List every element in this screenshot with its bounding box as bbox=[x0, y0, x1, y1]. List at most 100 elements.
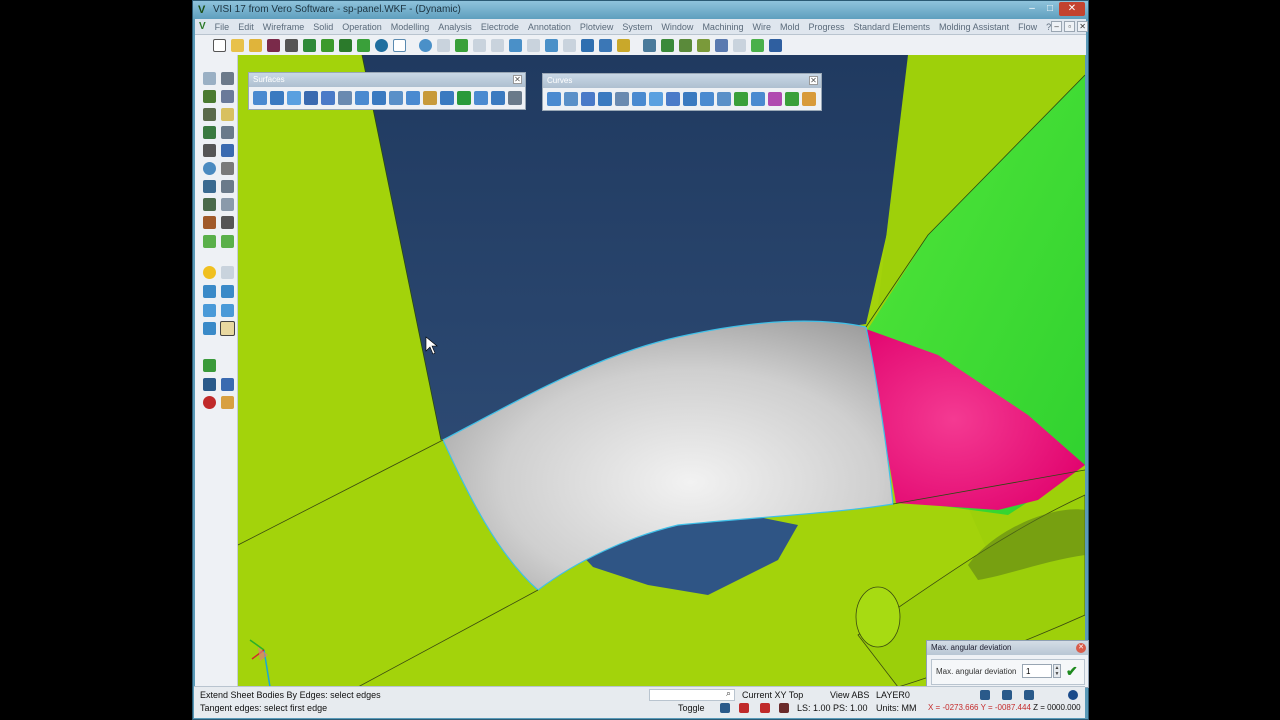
surfaces-toolbar-panel[interactable]: Surfaces ✕ bbox=[248, 72, 526, 110]
view-top-icon[interactable] bbox=[527, 38, 540, 52]
dimension-icon[interactable] bbox=[221, 180, 234, 193]
menu-operation[interactable]: Operation bbox=[342, 22, 382, 32]
dialog-title-bar[interactable]: Max. angular deviation ✕ bbox=[927, 641, 1088, 655]
close-button[interactable]: ✕ bbox=[1059, 2, 1085, 16]
box-shaded-icon[interactable] bbox=[221, 285, 234, 298]
frame-icon[interactable] bbox=[393, 38, 406, 52]
offset-curve-icon[interactable] bbox=[615, 92, 629, 106]
open-folder-icon[interactable] bbox=[231, 38, 244, 52]
grid-toggle-icon[interactable] bbox=[739, 703, 749, 713]
print-icon[interactable] bbox=[285, 38, 298, 52]
point-icon[interactable] bbox=[203, 90, 216, 103]
current-view-plane[interactable]: Current XY Top bbox=[742, 690, 803, 700]
split-surface-icon[interactable] bbox=[457, 91, 471, 105]
snap-icon[interactable] bbox=[720, 703, 730, 713]
intersection-curve-icon[interactable] bbox=[598, 92, 612, 106]
view-side-icon[interactable] bbox=[509, 38, 522, 52]
view-bottom-icon[interactable] bbox=[545, 38, 558, 52]
menu-solid[interactable]: Solid bbox=[313, 22, 333, 32]
menu-mold[interactable]: Mold bbox=[780, 22, 800, 32]
3d-viewport[interactable] bbox=[238, 55, 1085, 687]
select-icon[interactable] bbox=[203, 72, 216, 85]
revolve-surface-icon[interactable] bbox=[270, 91, 284, 105]
workplane-icon[interactable] bbox=[643, 38, 656, 52]
body-icon[interactable] bbox=[203, 322, 216, 335]
extend-curve-icon[interactable] bbox=[717, 92, 731, 106]
filter-icon[interactable] bbox=[697, 38, 710, 52]
view-iso-icon[interactable] bbox=[563, 38, 576, 52]
view-back-icon[interactable] bbox=[491, 38, 504, 52]
panel-title-bar[interactable]: Surfaces ✕ bbox=[249, 73, 525, 87]
export-icon[interactable] bbox=[321, 38, 334, 52]
colors-icon[interactable] bbox=[203, 396, 216, 409]
menu-modelling[interactable]: Modelling bbox=[391, 22, 430, 32]
menu-file[interactable]: File bbox=[215, 22, 230, 32]
cooling-icon[interactable] bbox=[221, 378, 234, 391]
layers-icon[interactable] bbox=[661, 38, 674, 52]
menu-standard-elements[interactable]: Standard Elements bbox=[854, 22, 931, 32]
cursor-toggle-icon[interactable] bbox=[779, 703, 789, 713]
join-curve-icon[interactable] bbox=[734, 92, 748, 106]
image-icon[interactable] bbox=[221, 216, 234, 229]
silhouette-curve-icon[interactable] bbox=[683, 92, 697, 106]
menu-wire[interactable]: Wire bbox=[752, 22, 771, 32]
trim-surface-icon[interactable] bbox=[406, 91, 420, 105]
smiley-icon[interactable] bbox=[203, 266, 216, 279]
menu-progress[interactable]: Progress bbox=[808, 22, 844, 32]
save-icon[interactable] bbox=[267, 38, 280, 52]
library-icon[interactable] bbox=[203, 216, 216, 229]
menu-window[interactable]: Window bbox=[661, 22, 693, 32]
menu-flow[interactable]: Flow bbox=[1018, 22, 1037, 32]
electrode-icon[interactable] bbox=[203, 359, 216, 372]
deviation-spinner[interactable]: ▲ ▼ bbox=[1053, 664, 1061, 678]
mirror-icon[interactable] bbox=[221, 144, 234, 157]
copy-icon[interactable] bbox=[203, 144, 216, 157]
net-surface-icon[interactable] bbox=[321, 91, 335, 105]
search-icon[interactable]: ⌕ bbox=[726, 688, 731, 699]
menu-analysis[interactable]: Analysis bbox=[438, 22, 472, 32]
arc-icon[interactable] bbox=[203, 108, 216, 121]
offset-surface-icon[interactable] bbox=[389, 91, 403, 105]
ruled-surface-icon[interactable] bbox=[253, 91, 267, 105]
menu-machining[interactable]: Machining bbox=[702, 22, 743, 32]
undo-icon[interactable] bbox=[339, 38, 352, 52]
menu-electrode[interactable]: Electrode bbox=[481, 22, 519, 32]
redo-icon[interactable] bbox=[357, 38, 370, 52]
panel-title-bar[interactable]: Curves ✕ bbox=[543, 74, 821, 88]
rotate-icon[interactable] bbox=[203, 162, 216, 175]
surfaces-panel-close-button[interactable]: ✕ bbox=[513, 75, 522, 84]
note-icon[interactable] bbox=[221, 108, 234, 121]
shading-icon[interactable] bbox=[751, 38, 764, 52]
curve-options-icon[interactable] bbox=[802, 92, 816, 106]
sheet-extend-icon[interactable] bbox=[221, 304, 234, 317]
layer-color-icon[interactable] bbox=[1024, 690, 1034, 700]
menu-system[interactable]: System bbox=[622, 22, 652, 32]
import-icon[interactable] bbox=[303, 38, 316, 52]
iso-curve-icon[interactable] bbox=[649, 92, 663, 106]
box-icon[interactable] bbox=[203, 285, 216, 298]
measure-icon[interactable] bbox=[715, 38, 728, 52]
new-file-icon[interactable] bbox=[213, 38, 226, 52]
minimize-button[interactable]: – bbox=[1023, 2, 1041, 16]
app-menu-icon[interactable]: V bbox=[199, 20, 206, 34]
paint-icon[interactable] bbox=[221, 396, 234, 409]
mdi-minimize-button[interactable]: – bbox=[1051, 21, 1063, 32]
blend-curve-icon[interactable] bbox=[700, 92, 714, 106]
surface-options-icon[interactable] bbox=[508, 91, 522, 105]
cylinder-view-icon[interactable] bbox=[437, 38, 450, 52]
current-layer[interactable]: LAYER0 bbox=[876, 690, 910, 700]
status-help-icon[interactable] bbox=[1068, 690, 1078, 700]
refresh-icon[interactable] bbox=[375, 38, 388, 52]
dialog-close-button[interactable]: ✕ bbox=[1076, 643, 1086, 653]
grid-icon[interactable] bbox=[617, 38, 630, 52]
menu-plotview[interactable]: Plotview bbox=[580, 22, 614, 32]
mdi-close-button[interactable]: ✕ bbox=[1077, 21, 1089, 32]
mdi-restore-button[interactable]: ▫ bbox=[1064, 21, 1076, 32]
trim-icon[interactable] bbox=[221, 126, 234, 139]
move-icon[interactable] bbox=[203, 126, 216, 139]
menu-wireframe[interactable]: Wireframe bbox=[263, 22, 305, 32]
ortho-toggle-icon[interactable] bbox=[760, 703, 770, 713]
arrow-right-icon[interactable] bbox=[221, 235, 234, 248]
title-bar[interactable]: V VISI 17 from Vero Software - sp-panel.… bbox=[193, 1, 1088, 19]
line-icon[interactable] bbox=[221, 90, 234, 103]
